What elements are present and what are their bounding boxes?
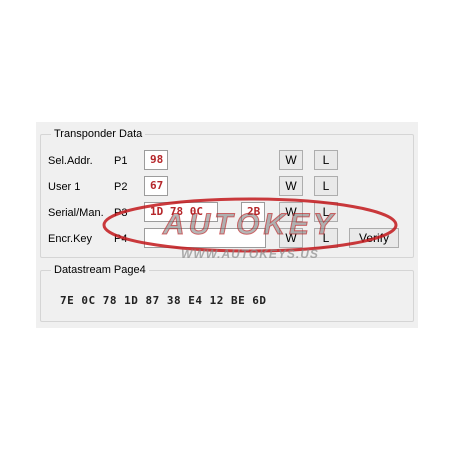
write-p3-button[interactable]: W: [279, 202, 303, 222]
transponder-window: Transponder Data Sel.Addr. P1 98 W L Use…: [36, 122, 418, 328]
lock-p3-button[interactable]: L: [314, 202, 338, 222]
datastream-title: Datastream Page4: [51, 263, 149, 277]
write-p1-button[interactable]: W: [279, 150, 303, 170]
lock-p4-button[interactable]: L: [314, 228, 338, 248]
row4-page: P4: [114, 233, 128, 245]
datastream-bytes: 7E 0C 78 1D 87 38 E4 12 BE 6D: [60, 294, 267, 307]
row3-page: P3: [114, 207, 128, 219]
row1-label: Sel.Addr.: [48, 155, 93, 167]
row2-page: P2: [114, 181, 128, 193]
row1-page: P1: [114, 155, 128, 167]
row2-label: User 1: [48, 181, 81, 193]
serial-field[interactable]: 1D 78 0C: [144, 202, 218, 222]
user1-field[interactable]: 67: [144, 176, 168, 196]
write-p4-button[interactable]: W: [279, 228, 303, 248]
write-p2-button[interactable]: W: [279, 176, 303, 196]
encr-key-field[interactable]: [144, 228, 266, 248]
verify-button[interactable]: Verify: [349, 228, 399, 248]
sel-addr-field[interactable]: 98: [144, 150, 168, 170]
row4-label: Encr.Key: [48, 233, 93, 245]
row3-label: Serial/Man.: [48, 207, 104, 219]
lock-p2-button[interactable]: L: [314, 176, 338, 196]
transponder-data-title: Transponder Data: [51, 127, 146, 141]
manufacturer-field[interactable]: 2B: [241, 202, 265, 222]
lock-p1-button[interactable]: L: [314, 150, 338, 170]
